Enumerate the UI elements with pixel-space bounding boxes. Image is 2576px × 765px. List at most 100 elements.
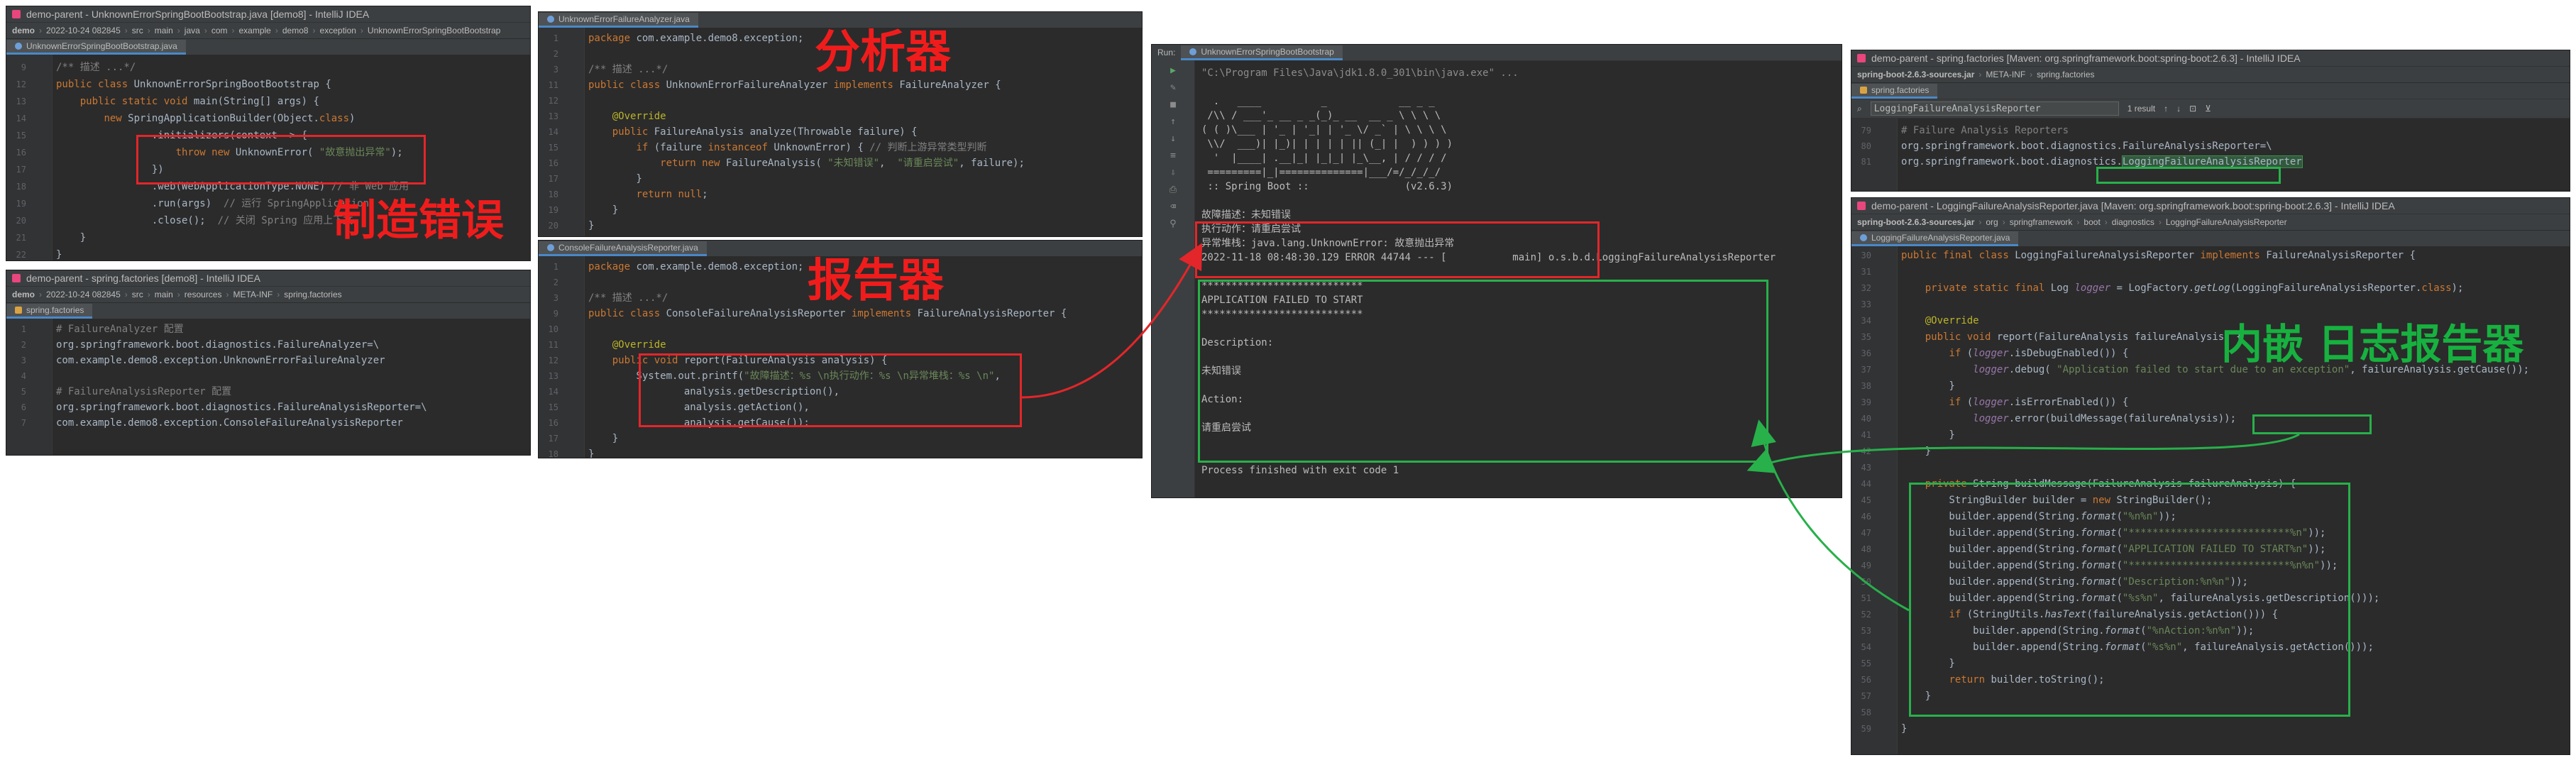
code-text: @Override xyxy=(612,339,666,351)
code-line[interactable]: 43 xyxy=(1851,460,2570,476)
code-text: } xyxy=(588,173,642,185)
window-title: demo-parent - spring.factories [Maven: o… xyxy=(1871,53,2301,64)
code-text: package com.example.demo8.exception; xyxy=(588,33,804,44)
breadcrumb-item[interactable]: META-INF xyxy=(233,290,273,299)
code-line[interactable]: 13 public static void main(String[] args… xyxy=(6,93,530,110)
code-line[interactable]: 18} xyxy=(539,446,1142,458)
breadcrumb-item[interactable]: UnknownErrorSpringBootBootstrap xyxy=(368,26,500,35)
tab-console-reporter-java[interactable]: ConsoleFailureAnalysisReporter.java xyxy=(539,241,707,256)
breadcrumb-item[interactable]: LoggingFailureAnalysisReporter xyxy=(2166,217,2287,227)
code-editor[interactable]: 1 # FailureAnalyzer 配置 2 org.springframewor… xyxy=(6,319,530,455)
breadcrumb-separator: › xyxy=(1978,217,1982,227)
code-line[interactable]: 14 new SpringApplicationBuilder(Object.c… xyxy=(6,110,530,127)
breadcrumb-item[interactable]: boot xyxy=(2084,217,2100,227)
code-line[interactable]: 30 public final class LoggingFailureAnaly… xyxy=(1851,248,2570,264)
breadcrumb-item[interactable]: exception xyxy=(320,26,356,35)
breadcrumb-item[interactable]: 2022-10-24 082845 xyxy=(46,290,121,299)
breadcrumb-item[interactable]: spring.factories xyxy=(2037,70,2094,79)
breadcrumb-item[interactable]: META-INF xyxy=(1986,70,2025,79)
prev-occurrence-icon[interactable]: ↑ xyxy=(2164,104,2168,114)
breadcrumb-item[interactable]: com xyxy=(211,26,228,35)
breadcrumb-item[interactable]: example xyxy=(238,26,270,35)
code-line[interactable]: 3 com.example.demo8.exception.UnknownErro… xyxy=(6,353,530,368)
tab-analyzer-java[interactable]: UnknownErrorFailureAnalyzer.java xyxy=(539,13,698,28)
line-number: 79 xyxy=(1861,126,1871,136)
code-line[interactable]: 38 } xyxy=(1851,378,2570,395)
tab-run-config[interactable]: UnknownErrorSpringBootBootstrap xyxy=(1181,45,1343,60)
java-class-icon xyxy=(15,43,22,50)
code-line[interactable]: 17 } xyxy=(539,431,1142,446)
window-title-bar: demo-parent - UnknownErrorSpringBootBoot… xyxy=(6,6,530,23)
line-number: 56 xyxy=(1861,675,1871,685)
code-line[interactable]: 19 } xyxy=(539,202,1142,218)
code-line[interactable]: 40 logger.error(buildMessage(failureAnal… xyxy=(1851,411,2570,427)
breadcrumb-item[interactable]: diagnostics xyxy=(2112,217,2154,227)
code-line[interactable]: 12 public class UnknownErrorSpringBootBoo… xyxy=(6,76,530,93)
code-line[interactable]: 12 xyxy=(539,93,1142,109)
code-line[interactable]: 20} xyxy=(539,218,1142,233)
tab-label: UnknownErrorSpringBootBootstrap xyxy=(1201,47,1334,57)
code-line[interactable]: 7 com.example.demo8.exception.ConsoleFail… xyxy=(6,415,530,431)
breadcrumb-item[interactable]: main xyxy=(155,26,173,35)
window-title: demo-parent - spring.factories [demo8] -… xyxy=(26,273,260,284)
code-line[interactable]: 32 private static final Log logger = Log… xyxy=(1851,280,2570,297)
code-line[interactable]: 16 return new FailureAnalysis( "未知错误", "… xyxy=(539,155,1142,171)
code-line[interactable]: 41 } xyxy=(1851,427,2570,444)
breadcrumb-item[interactable]: main xyxy=(155,290,173,299)
breadcrumb-item[interactable]: java xyxy=(185,26,200,35)
select-all-occurrences-icon[interactable]: ⊡ xyxy=(2189,104,2196,114)
code-line[interactable]: 79 # Failure Analysis Reporters xyxy=(1851,123,2570,138)
tab-spring-factories[interactable]: spring.factories xyxy=(1851,84,1938,99)
tab-spring-factories[interactable]: spring.factories xyxy=(6,304,93,319)
code-line[interactable]: 39 if (logger.isErrorEnabled()) { xyxy=(1851,395,2570,411)
line-number: 54 xyxy=(1861,642,1871,652)
code-line[interactable]: 9 /** 描述 ...*/ xyxy=(6,59,530,76)
code-text: /** 描述 ...*/ xyxy=(56,62,136,73)
code-line[interactable]: 17 } xyxy=(539,171,1142,187)
breadcrumb-item[interactable]: demo xyxy=(12,26,35,35)
breadcrumb-item[interactable]: spring-boot-2.6.3-sources.jar xyxy=(1857,70,1974,79)
breadcrumb-item[interactable]: org xyxy=(1986,217,1998,227)
breadcrumb-item[interactable]: demo8 xyxy=(282,26,309,35)
line-number: 51 xyxy=(1861,593,1871,603)
code-line[interactable]: 11 @Override xyxy=(539,337,1142,353)
java-class-icon xyxy=(547,244,554,251)
next-occurrence-icon[interactable]: ↓ xyxy=(2176,104,2181,114)
code-line[interactable]: 22} xyxy=(6,246,530,260)
code-line[interactable]: 1 # FailureAnalyzer 配置 xyxy=(6,321,530,337)
code-line[interactable]: 42 } xyxy=(1851,444,2570,460)
breadcrumb-item[interactable]: spring-boot-2.6.3-sources.jar xyxy=(1857,217,1974,227)
code-line[interactable]: 5 # FailureAnalysisReporter 配置 xyxy=(6,384,530,400)
breadcrumb-item[interactable]: spring.factories xyxy=(284,290,341,299)
line-number: 13 xyxy=(548,111,558,121)
code-line[interactable]: 13 @Override xyxy=(539,109,1142,124)
tab-logging-reporter-java[interactable]: LoggingFailureAnalysisReporter.java xyxy=(1851,231,2019,246)
code-line[interactable]: 4 xyxy=(6,368,530,384)
breadcrumb-separator: › xyxy=(39,26,43,35)
breadcrumb-item[interactable]: src xyxy=(132,26,143,35)
code-line[interactable]: 15 if (failure instanceof UnknownError) … xyxy=(539,140,1142,155)
code-line[interactable]: 2 org.springframework.boot.diagnostics.Fa… xyxy=(6,337,530,353)
find-input[interactable] xyxy=(1870,101,2119,116)
code-line[interactable]: 31 xyxy=(1851,264,2570,280)
code-line[interactable]: 18 return null; xyxy=(539,187,1142,202)
code-text: if (logger.isDebugEnabled()) { xyxy=(1949,348,2129,359)
editor-tab-bar: UnknownErrorSpringBootBootstrap.java xyxy=(6,39,530,55)
code-line[interactable]: 10 xyxy=(539,321,1142,337)
breadcrumb-item[interactable]: resources xyxy=(185,290,222,299)
code-line[interactable]: 80 org.springframework.boot.diagnostics.F… xyxy=(1851,138,2570,154)
breadcrumb-item[interactable]: 2022-10-24 082845 xyxy=(46,26,121,35)
code-line[interactable]: 6 org.springframework.boot.diagnostics.Fa… xyxy=(6,400,530,415)
code-text: return null; xyxy=(636,189,708,200)
code-line[interactable]: 59} xyxy=(1851,721,2570,737)
line-number: 15 xyxy=(548,402,558,412)
console-line: \\/ ___)| |_)| | | | | || (_| | ) ) ) ) xyxy=(1201,138,1453,150)
breadcrumb-item[interactable]: demo xyxy=(12,290,35,299)
breadcrumb-item[interactable]: springframework xyxy=(2010,217,2073,227)
code-line[interactable]: 14 public FailureAnalysis analyze(Throwa… xyxy=(539,124,1142,140)
filter-icon[interactable]: ⊻ xyxy=(2205,104,2211,114)
breadcrumb-item[interactable]: src xyxy=(132,290,143,299)
code-text: } xyxy=(56,232,87,243)
code-text: } xyxy=(1901,380,1955,392)
tab-bootstrap-java[interactable]: UnknownErrorSpringBootBootstrap.java xyxy=(6,40,186,55)
